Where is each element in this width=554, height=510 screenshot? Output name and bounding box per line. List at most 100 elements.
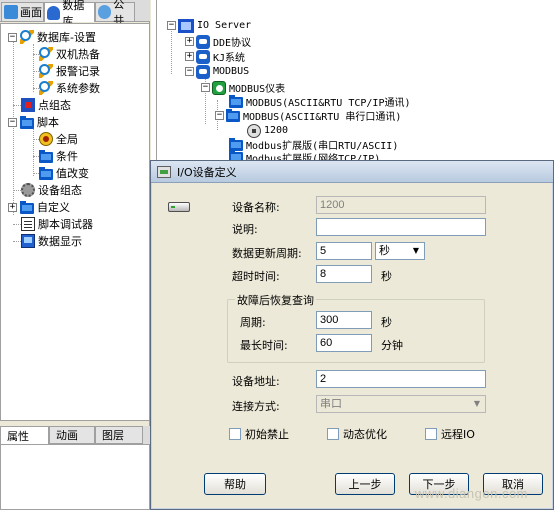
tab-layers[interactable]: 图层: [95, 426, 143, 444]
wrench-icon: [20, 30, 34, 44]
tree-label: KJ系统: [213, 53, 246, 64]
tab-label: 图层: [102, 429, 124, 442]
tab-animation[interactable]: 动画: [49, 426, 95, 444]
collapse-icon[interactable]: −: [215, 111, 224, 120]
tree-label: Modbus扩展版(网络TCP/IP): [246, 154, 381, 160]
connection-select[interactable]: 串口 ▼: [316, 395, 486, 413]
tree-item-script-debugger[interactable]: 脚本调试器: [21, 216, 93, 232]
tree-label: 设备组态: [38, 184, 82, 197]
tree-item-custom[interactable]: + 自定义: [8, 199, 70, 215]
io-device-dialog: I/O设备定义 设备名称: 1200 说明: 数据更新周期: 5 秒 ▼ 超时时…: [150, 160, 554, 510]
device-name-label: 设备名称:: [232, 201, 280, 214]
tree-item-script[interactable]: − 脚本: [8, 114, 59, 130]
top-tab-bar: 画面 数据库 公共: [0, 0, 150, 28]
tree-item-condition[interactable]: 条件: [39, 148, 78, 164]
checkbox-label: 远程IO: [441, 428, 475, 441]
dynamic-optimize-checkbox[interactable]: 动态优化: [327, 427, 387, 441]
remote-io-checkbox[interactable]: 远程IO: [425, 427, 475, 441]
dialog-title: I/O设备定义: [177, 165, 237, 179]
recovery-group-label: 故障后恢复查询: [235, 292, 316, 308]
display-icon: [21, 234, 35, 248]
tree-label: 双机热备: [56, 48, 100, 61]
folder-icon: [226, 109, 240, 122]
device-address-label: 设备地址:: [232, 375, 280, 388]
tree-label: MODBUS(ASCII&RTU 串行口通讯): [243, 112, 402, 123]
device-address-field[interactable]: 2: [316, 370, 486, 388]
device-tree-modbus[interactable]: − MODBUS: [185, 64, 249, 79]
tree-label: 脚本调试器: [38, 218, 93, 231]
device-tree-modbus-serial[interactable]: − MODBUS(ASCII&RTU 串行口通讯): [215, 108, 401, 123]
tree-label: MODBUS仪表: [229, 84, 286, 95]
tree-item-hot-standby[interactable]: 双机热备: [39, 46, 100, 62]
device-tree-device-1200[interactable]: 1200: [247, 123, 288, 138]
tree-label: 数据库-设置: [37, 31, 96, 44]
screen-icon: [4, 5, 18, 19]
timeout-unit: 秒: [381, 270, 392, 283]
tab-screen[interactable]: 画面: [1, 2, 44, 21]
wrench-icon: [39, 47, 53, 61]
tree-label: 条件: [56, 150, 78, 163]
device-name-field[interactable]: 1200: [316, 196, 486, 214]
tab-database[interactable]: 数据库: [44, 0, 95, 28]
properties-panel: [0, 444, 150, 510]
collapse-icon[interactable]: −: [167, 21, 176, 30]
database-icon: [47, 5, 61, 20]
max-time-unit: 分钟: [381, 339, 403, 352]
collapse-icon[interactable]: −: [201, 83, 210, 92]
tree-item-point-config[interactable]: 点组态: [21, 97, 71, 113]
protocol-icon: [196, 64, 210, 79]
collapse-icon[interactable]: −: [8, 117, 17, 127]
tree-item-db-settings[interactable]: − 数据库-设置: [8, 29, 96, 45]
collapse-icon[interactable]: −: [185, 67, 194, 76]
tree-item-alarm-record[interactable]: 报警记录: [39, 63, 100, 79]
expand-icon[interactable]: +: [185, 52, 194, 61]
update-period-field[interactable]: 5: [316, 242, 372, 260]
previous-button[interactable]: 上一步: [335, 473, 395, 495]
tree-label: 系统参数: [56, 82, 100, 95]
server-icon: [178, 18, 194, 33]
tab-label: 属性: [7, 429, 29, 443]
tree-item-value-change[interactable]: 值改变: [39, 165, 89, 181]
update-period-label: 数据更新周期:: [232, 247, 302, 260]
project-tree: − 数据库-设置 双机热备 报警记录 系统参数 点组态 − 脚本 全局 条件 值…: [0, 23, 150, 421]
device-tree-modbus-tcp[interactable]: MODBUS(ASCII&RTU TCP/IP通讯): [229, 94, 411, 109]
device-tree-modbus-meter[interactable]: − MODBUS仪表: [201, 80, 285, 95]
chevron-down-icon: ▼: [473, 399, 481, 408]
select-value: 串口: [320, 397, 342, 410]
device-icon: [247, 123, 261, 138]
tree-label: 1200: [264, 125, 289, 136]
watermark: www.diangon.com: [415, 486, 528, 501]
chevron-down-icon: ▼: [412, 246, 420, 255]
expand-icon[interactable]: +: [185, 37, 194, 46]
tree-item-device-config[interactable]: 设备组态: [21, 182, 82, 198]
tree-label: 脚本: [37, 116, 59, 129]
device-tree-modbus-ext-net[interactable]: Modbus扩展版(网络TCP/IP): [229, 150, 380, 160]
device-tree-dde[interactable]: + DDE协议: [185, 34, 251, 49]
tree-item-data-display[interactable]: 数据显示: [21, 233, 82, 249]
update-period-unit-select[interactable]: 秒 ▼: [375, 242, 425, 260]
tab-properties[interactable]: 属性: [0, 426, 49, 444]
expand-icon[interactable]: +: [8, 202, 17, 212]
period-field[interactable]: 300: [316, 311, 372, 329]
tree-label: 值改变: [56, 167, 89, 180]
debugger-icon: [21, 217, 35, 231]
recovery-group-box: [227, 299, 485, 363]
tab-public[interactable]: 公共: [95, 0, 135, 27]
description-field[interactable]: [316, 218, 486, 236]
tree-item-system-params[interactable]: 系统参数: [39, 80, 100, 96]
max-time-field[interactable]: 60: [316, 334, 372, 352]
tree-label: 全局: [56, 133, 78, 146]
device-tree-io-server[interactable]: − IO Server: [167, 18, 251, 33]
bottom-tab-bar: 属性 动画 图层: [0, 426, 150, 444]
io-device-icon: [157, 165, 171, 178]
init-disable-checkbox[interactable]: 初始禁止: [229, 427, 289, 441]
help-button[interactable]: 帮助: [204, 473, 266, 495]
folder-icon: [39, 149, 53, 163]
checkbox-box: [425, 428, 437, 440]
select-value: 秒: [379, 244, 390, 257]
collapse-icon[interactable]: −: [8, 32, 17, 42]
device-tree-kj[interactable]: + KJ系统: [185, 49, 245, 64]
dialog-title-bar[interactable]: I/O设备定义: [151, 161, 553, 183]
timeout-field[interactable]: 8: [316, 265, 372, 283]
tree-item-global[interactable]: 全局: [39, 131, 78, 147]
